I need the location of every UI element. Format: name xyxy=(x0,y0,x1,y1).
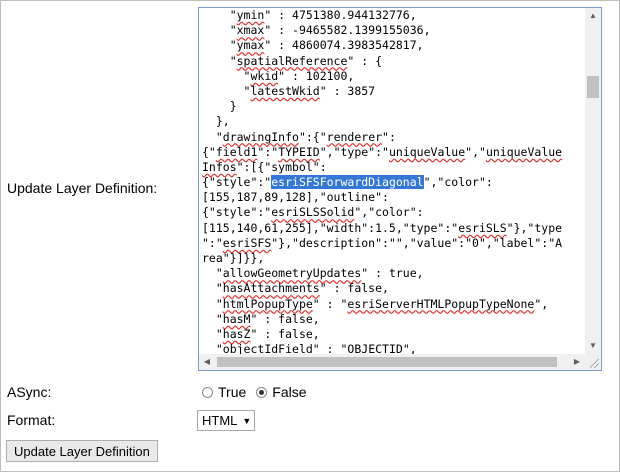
code-line[interactable]: {"style":"esriSLSSolid","color": xyxy=(202,205,583,220)
vertical-scrollbar[interactable]: ▲ ▼ xyxy=(585,8,601,354)
scroll-down-icon[interactable]: ▼ xyxy=(585,338,601,354)
resize-corner[interactable] xyxy=(585,354,601,370)
code-line[interactable]: "xmax" : -9465582.1399155036, xyxy=(202,23,583,38)
code-line[interactable]: ":"esriSFS"},"description":"","value":"0… xyxy=(202,236,583,251)
code-line[interactable]: "ymax" : 4860074.3983542817, xyxy=(202,38,583,53)
code-line[interactable]: "hasM" : false, xyxy=(202,312,583,327)
code-line[interactable]: "hasAttachments" : false, xyxy=(202,281,583,296)
dropdown-caret-icon: ▼ xyxy=(242,415,252,426)
format-label: Format: xyxy=(7,412,56,428)
async-label: ASync: xyxy=(7,384,52,400)
update-definition-label: Update Layer Definition: xyxy=(7,180,158,196)
resize-grip-icon[interactable] xyxy=(590,359,599,368)
code-line[interactable]: "allowGeometryUpdates" : true, xyxy=(202,266,583,281)
async-true-radio[interactable]: True xyxy=(202,384,246,400)
async-radio-group: True False xyxy=(202,384,317,400)
definition-code[interactable]: "ymin" : 4751380.944132776, "xmax" : -94… xyxy=(202,8,583,354)
code-line[interactable]: rea"}]}}, xyxy=(202,251,583,266)
code-line[interactable]: "htmlPopupType" : "esriServerHTMLPopupTy… xyxy=(202,297,583,312)
scroll-right-icon[interactable]: ▶ xyxy=(569,354,585,370)
code-line[interactable]: [155,187,89,128],"outline": xyxy=(202,190,583,205)
code-line[interactable]: }, xyxy=(202,114,583,129)
code-line[interactable]: "ymin" : 4751380.944132776, xyxy=(202,8,583,23)
code-line[interactable]: "spatialReference" : { xyxy=(202,54,583,69)
format-select[interactable]: HTML ▼ xyxy=(197,410,255,431)
code-line[interactable]: {"field1":"TYPEID","type":"uniqueValue",… xyxy=(202,145,583,160)
async-true-label: True xyxy=(218,384,247,400)
horizontal-scroll-thumb[interactable] xyxy=(217,357,557,367)
code-line[interactable]: "hasZ" : false, xyxy=(202,327,583,342)
vertical-scroll-thumb[interactable] xyxy=(587,76,599,98)
radio-checked-icon[interactable] xyxy=(256,386,268,398)
code-line[interactable]: "objectIdField" : "OBJECTID", xyxy=(202,342,583,354)
horizontal-scrollbar[interactable]: ◀ ▶ xyxy=(199,354,585,370)
code-line[interactable]: "latestWkid" : 3857 xyxy=(202,84,583,99)
radio-unchecked-icon[interactable] xyxy=(202,386,213,398)
definition-textarea[interactable]: "ymin" : 4751380.944132776, "xmax" : -94… xyxy=(198,7,602,371)
async-false-label: False xyxy=(272,384,307,400)
scroll-left-icon[interactable]: ◀ xyxy=(199,354,215,370)
code-line[interactable]: "drawingInfo":{"renderer": xyxy=(202,130,583,145)
format-selected-value: HTML xyxy=(202,413,238,428)
code-line[interactable]: [115,140,61,255],"width":1.5,"type":"esr… xyxy=(202,221,583,236)
code-line[interactable]: "wkid" : 102100, xyxy=(202,69,583,84)
scroll-up-icon[interactable]: ▲ xyxy=(585,8,601,24)
code-line[interactable]: } xyxy=(202,99,583,114)
code-line[interactable]: {"style":"esriSFSForwardDiagonal","color… xyxy=(202,175,583,190)
async-false-radio[interactable]: False xyxy=(256,384,307,400)
update-layer-definition-button[interactable]: Update Layer Definition xyxy=(6,440,158,462)
code-line[interactable]: Infos":[{"symbol": xyxy=(202,160,583,175)
